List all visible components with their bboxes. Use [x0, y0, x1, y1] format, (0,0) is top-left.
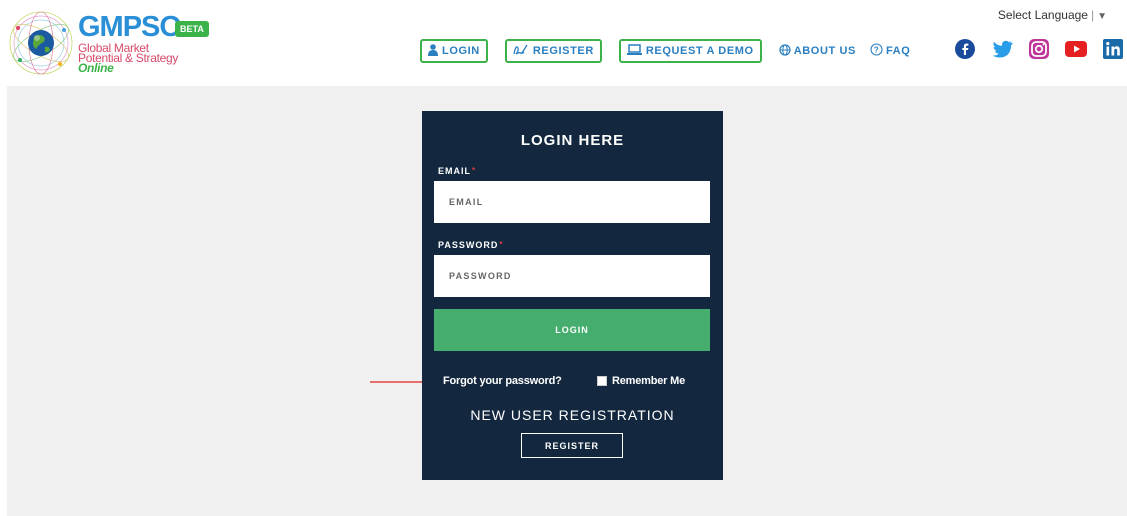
nav-request-demo-button[interactable]: REQUEST A DEMO: [618, 39, 762, 63]
login-button[interactable]: LOGIN: [434, 309, 710, 351]
linkedin-icon[interactable]: [1102, 38, 1124, 60]
logo-brand-text: GMPSO: [78, 11, 182, 43]
chevron-down-icon: ▼: [1097, 11, 1107, 22]
remember-me-checkbox[interactable]: [597, 376, 607, 386]
question-circle-icon: ?: [870, 43, 883, 59]
email-field[interactable]: [434, 181, 710, 223]
nav-register-button[interactable]: REGISTER: [504, 39, 602, 63]
gmpso-logo[interactable]: GMPSO BETA Global Market Potential & Str…: [8, 10, 209, 80]
globe-icon: [779, 43, 791, 59]
email-label-text: EMAIL: [438, 166, 471, 176]
remember-me-label: Remember Me: [612, 375, 685, 387]
language-selector[interactable]: Select Language | ▼: [998, 8, 1107, 22]
main-nav: LOGIN REGISTER REQUEST A DEMO ABOUT US ?…: [420, 39, 924, 63]
user-icon: [428, 43, 438, 59]
password-label: PASSWORD*: [438, 240, 503, 250]
social-links: [954, 38, 1124, 60]
login-title: LOGIN HERE: [520, 132, 625, 149]
password-required-mark: *: [499, 240, 504, 249]
nav-faq-link[interactable]: ? FAQ: [870, 43, 910, 59]
facebook-icon[interactable]: [954, 38, 976, 60]
forgot-password-link[interactable]: Forgot your password?: [443, 375, 562, 387]
nav-faq-label: FAQ: [885, 45, 911, 57]
nav-about-link[interactable]: ABOUT US: [779, 43, 856, 59]
register-button[interactable]: REGISTER: [521, 433, 623, 458]
youtube-icon[interactable]: [1065, 38, 1087, 60]
nav-register-label: REGISTER: [532, 45, 594, 57]
logo-tagline: Global Market Potential & Strategy Onlin…: [78, 42, 178, 74]
login-panel: LOGIN HERE EMAIL* PASSWORD* LOGIN Forgot…: [422, 111, 723, 480]
site-header: GMPSO BETA Global Market Potential & Str…: [0, 0, 1127, 85]
instagram-icon[interactable]: [1028, 38, 1050, 60]
password-field[interactable]: [434, 255, 710, 297]
nav-about-label: ABOUT US: [793, 45, 856, 57]
twitter-icon[interactable]: [991, 38, 1013, 60]
nav-login-label: LOGIN: [442, 45, 480, 57]
language-separator: |: [1090, 8, 1095, 22]
globe-logo-icon: [9, 11, 73, 75]
remember-me[interactable]: Remember Me: [597, 375, 685, 387]
password-label-text: PASSWORD: [438, 240, 499, 250]
beta-badge: BETA: [175, 21, 209, 37]
laptop-icon: [626, 43, 642, 59]
email-label: EMAIL*: [438, 166, 476, 176]
nav-login-button[interactable]: LOGIN: [420, 39, 488, 63]
email-required-mark: *: [472, 166, 477, 175]
signature-icon: [513, 43, 529, 59]
new-user-heading: NEW USER REGISTRATION: [470, 407, 675, 423]
svg-text:?: ?: [874, 46, 880, 55]
language-label: Select Language: [997, 8, 1088, 22]
nav-request-demo-label: REQUEST A DEMO: [645, 45, 754, 57]
